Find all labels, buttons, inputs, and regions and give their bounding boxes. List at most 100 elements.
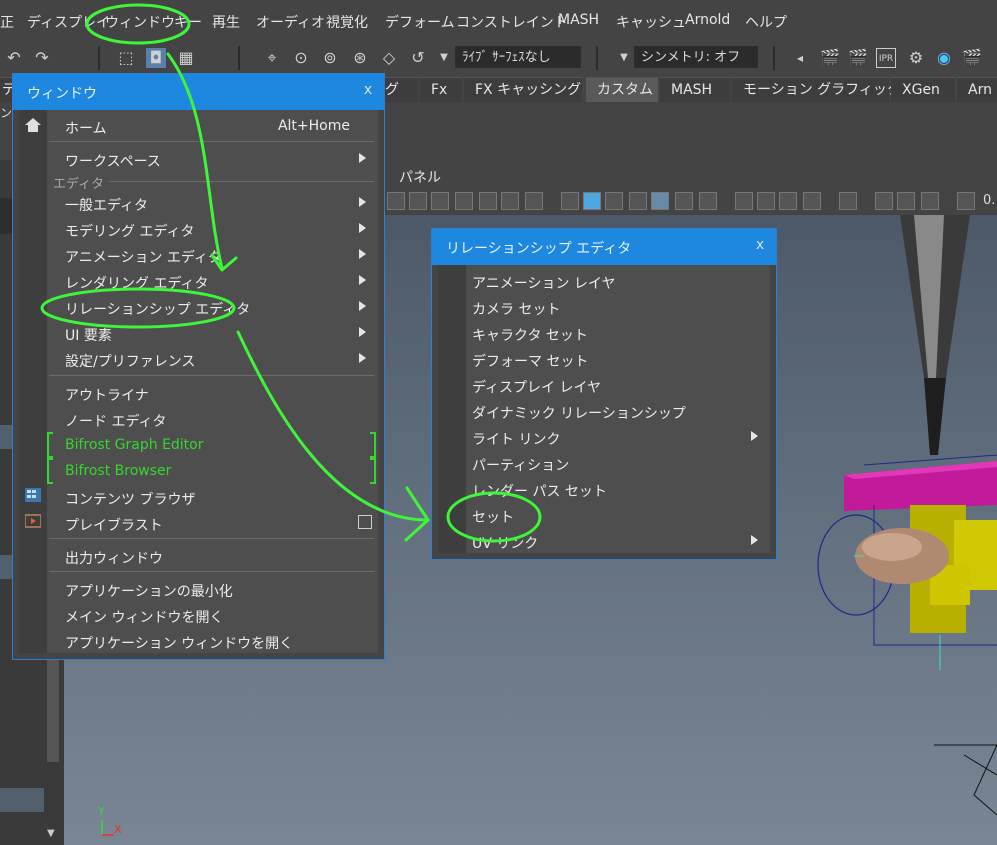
menu-item-dynamic-relationships[interactable]: ダイナミック リレーションシップ	[472, 403, 686, 423]
scroll-left-icon[interactable]: ◂	[790, 48, 810, 68]
menu-item-uv-linking[interactable]: UV リンク	[472, 533, 538, 553]
menu-item-partitions[interactable]: パーティション	[472, 455, 569, 475]
menu-item-light-linking[interactable]: ライト リンク	[472, 429, 560, 449]
menu-item-rendering-editors[interactable]: レンダリング エディタ	[65, 273, 208, 293]
ambient-occlusion-icon[interactable]	[735, 192, 753, 210]
resolution-gate-icon[interactable]	[431, 192, 449, 210]
left-panel-scrollbar[interactable]	[47, 660, 59, 762]
menu-display[interactable]: ディスプレイ	[27, 12, 110, 32]
menu-item-open-application-window[interactable]: アプリケーション ウィンドウを開く	[65, 633, 293, 653]
exposure-field[interactable]: 0.	[983, 193, 995, 208]
menu-item-content-browser[interactable]: コンテンツ ブラウザ	[65, 489, 195, 509]
snap-grid-icon[interactable]: ⌖	[262, 48, 282, 68]
grid-icon[interactable]	[387, 192, 405, 210]
menu-deform[interactable]: デフォーム	[385, 12, 455, 32]
default-material-icon[interactable]	[605, 192, 623, 210]
menu-panels[interactable]: パネル	[399, 167, 441, 187]
shelf-tab-mash[interactable]: MASH	[660, 77, 730, 102]
scroll-down-icon[interactable]: ▼	[47, 828, 55, 839]
render-view-icon[interactable]: ⚙	[906, 48, 926, 68]
menu-item-deformer-sets[interactable]: デフォーマ セット	[472, 351, 588, 371]
menu-item-bifrost-graph-editor[interactable]: Bifrost Graph Editor	[65, 437, 204, 453]
select-object-icon[interactable]: ◘	[146, 48, 166, 68]
menu-item-character-sets[interactable]: キャラクタ セット	[472, 325, 588, 345]
menu-item-bifrost-browser[interactable]: Bifrost Browser	[65, 463, 171, 479]
wireframe-icon[interactable]	[561, 192, 579, 210]
menu-arnold[interactable]: Arnold	[685, 12, 730, 28]
depth-of-field-icon[interactable]	[803, 192, 821, 210]
menu-item-camera-sets[interactable]: カメラ セット	[472, 299, 560, 319]
snap-point-icon[interactable]: ⊚	[320, 48, 340, 68]
menu-item-animation-editors[interactable]: アニメーション エディタ	[65, 247, 222, 267]
shelf-tab-custom[interactable]: カスタム	[586, 77, 658, 102]
render-frame-icon[interactable]: 🎬	[848, 48, 868, 68]
menu-window[interactable]: ウィンドウ	[105, 12, 175, 32]
menu-item-minimize-application[interactable]: アプリケーションの最小化	[65, 581, 233, 601]
menu-item-display-layers[interactable]: ディスプレイ レイヤ	[472, 377, 601, 397]
shaded-wireframe-icon[interactable]	[629, 192, 647, 210]
film-gate-icon[interactable]	[409, 192, 427, 210]
antialiasing-icon[interactable]	[779, 192, 797, 210]
menu-item-render-pass-sets[interactable]: レンダー パス セット	[472, 481, 607, 501]
undo-icon[interactable]: ↶	[4, 48, 24, 68]
xray-icon[interactable]	[875, 192, 893, 210]
menu-visualize[interactable]: 視覚化	[326, 12, 368, 32]
menu-item-outliner[interactable]: アウトライナ	[65, 385, 149, 405]
menu-item-ui-elements[interactable]: UI 要素	[65, 325, 112, 345]
field-chart-icon[interactable]	[479, 192, 497, 210]
dropdown-arrow-icon[interactable]: ▼	[434, 48, 454, 68]
shelf-tab-fx-caching[interactable]: FX キャッシング	[464, 77, 582, 102]
shelf-tab-xgen[interactable]: XGen	[891, 77, 955, 102]
menu-item-output-window[interactable]: 出力ウィンドウ	[65, 548, 163, 568]
shadows-icon[interactable]	[699, 192, 717, 210]
menu-item-modeling-editors[interactable]: モデリング エディタ	[65, 221, 194, 241]
menu-item-playblast[interactable]: プレイブラスト	[65, 515, 163, 535]
menu-playback[interactable]: 再生	[212, 12, 240, 32]
smooth-shade-icon[interactable]	[583, 192, 601, 210]
menu-constraint[interactable]: コンストレイント	[456, 12, 568, 32]
symmetry-field[interactable]: シンメトリ: オフ	[634, 46, 758, 68]
snap-view-icon[interactable]: ⊛	[350, 48, 370, 68]
close-icon[interactable]: x	[752, 237, 768, 253]
xray-components-icon[interactable]	[921, 192, 939, 210]
textured-icon[interactable]	[651, 192, 669, 210]
snap-surface-icon[interactable]: ◇	[379, 48, 399, 68]
menu-item-workspace[interactable]: ワークスペース	[65, 151, 161, 171]
isolate-select-icon[interactable]	[839, 192, 857, 210]
shelf-tab-arnold[interactable]: Arn	[957, 77, 997, 102]
render-settings-icon[interactable]: 🎬	[820, 48, 840, 68]
close-icon[interactable]: x	[360, 82, 376, 98]
lighting-icon[interactable]	[675, 192, 693, 210]
select-hierarchy-icon[interactable]: ⬚	[116, 48, 136, 68]
menu-mash[interactable]: MASH	[558, 12, 599, 28]
dropdown-arrow-icon[interactable]: ▼	[614, 48, 634, 68]
safe-action-icon[interactable]	[501, 192, 519, 210]
menu-item-settings-preferences[interactable]: 設定/プリファレンス	[65, 351, 195, 371]
motion-blur-icon[interactable]	[757, 192, 775, 210]
menu-item-general-editors[interactable]: 一般エディタ	[65, 195, 148, 215]
menu-item-open-main-window[interactable]: メイン ウィンドウを開く	[65, 607, 223, 627]
menu-item-relationship-editors[interactable]: リレーションシップ エディタ	[65, 299, 250, 319]
menu-item-home[interactable]: ホーム	[65, 118, 107, 138]
menu-item-sets[interactable]: セット	[472, 507, 514, 527]
ipr-render-icon[interactable]: IPR	[876, 48, 896, 68]
arnold-render-icon[interactable]: 🎬	[962, 48, 982, 68]
snap-curve-icon[interactable]: ⊙	[291, 48, 311, 68]
live-surface-field[interactable]: ﾗｲﾌﾞ ｻｰﾌｪｽなし	[455, 46, 581, 68]
menu-cache[interactable]: キャッシュ	[616, 12, 686, 32]
menu-item-node-editor[interactable]: ノード エディタ	[65, 411, 166, 431]
snap-live-icon[interactable]: ↺	[408, 48, 428, 68]
xray-joints-icon[interactable]	[897, 192, 915, 210]
exposure-icon[interactable]	[957, 192, 975, 210]
menu-audio[interactable]: オーディオ	[256, 12, 325, 32]
hypershade-icon[interactable]: ◉	[934, 48, 954, 68]
redo-icon[interactable]: ↷	[32, 48, 52, 68]
shelf-tab-fx[interactable]: Fx	[420, 77, 462, 102]
shelf-tab-motion-graphics[interactable]: モーション グラフィックス	[732, 77, 914, 102]
playblast-options-box[interactable]	[358, 515, 372, 529]
gate-mask-icon[interactable]	[455, 192, 473, 210]
menu-key[interactable]: キー	[174, 12, 202, 32]
safe-title-icon[interactable]	[525, 192, 543, 210]
window-menu-titlebar[interactable]: ウィンドウ x	[13, 74, 384, 110]
select-component-icon[interactable]: ▦	[176, 48, 196, 68]
